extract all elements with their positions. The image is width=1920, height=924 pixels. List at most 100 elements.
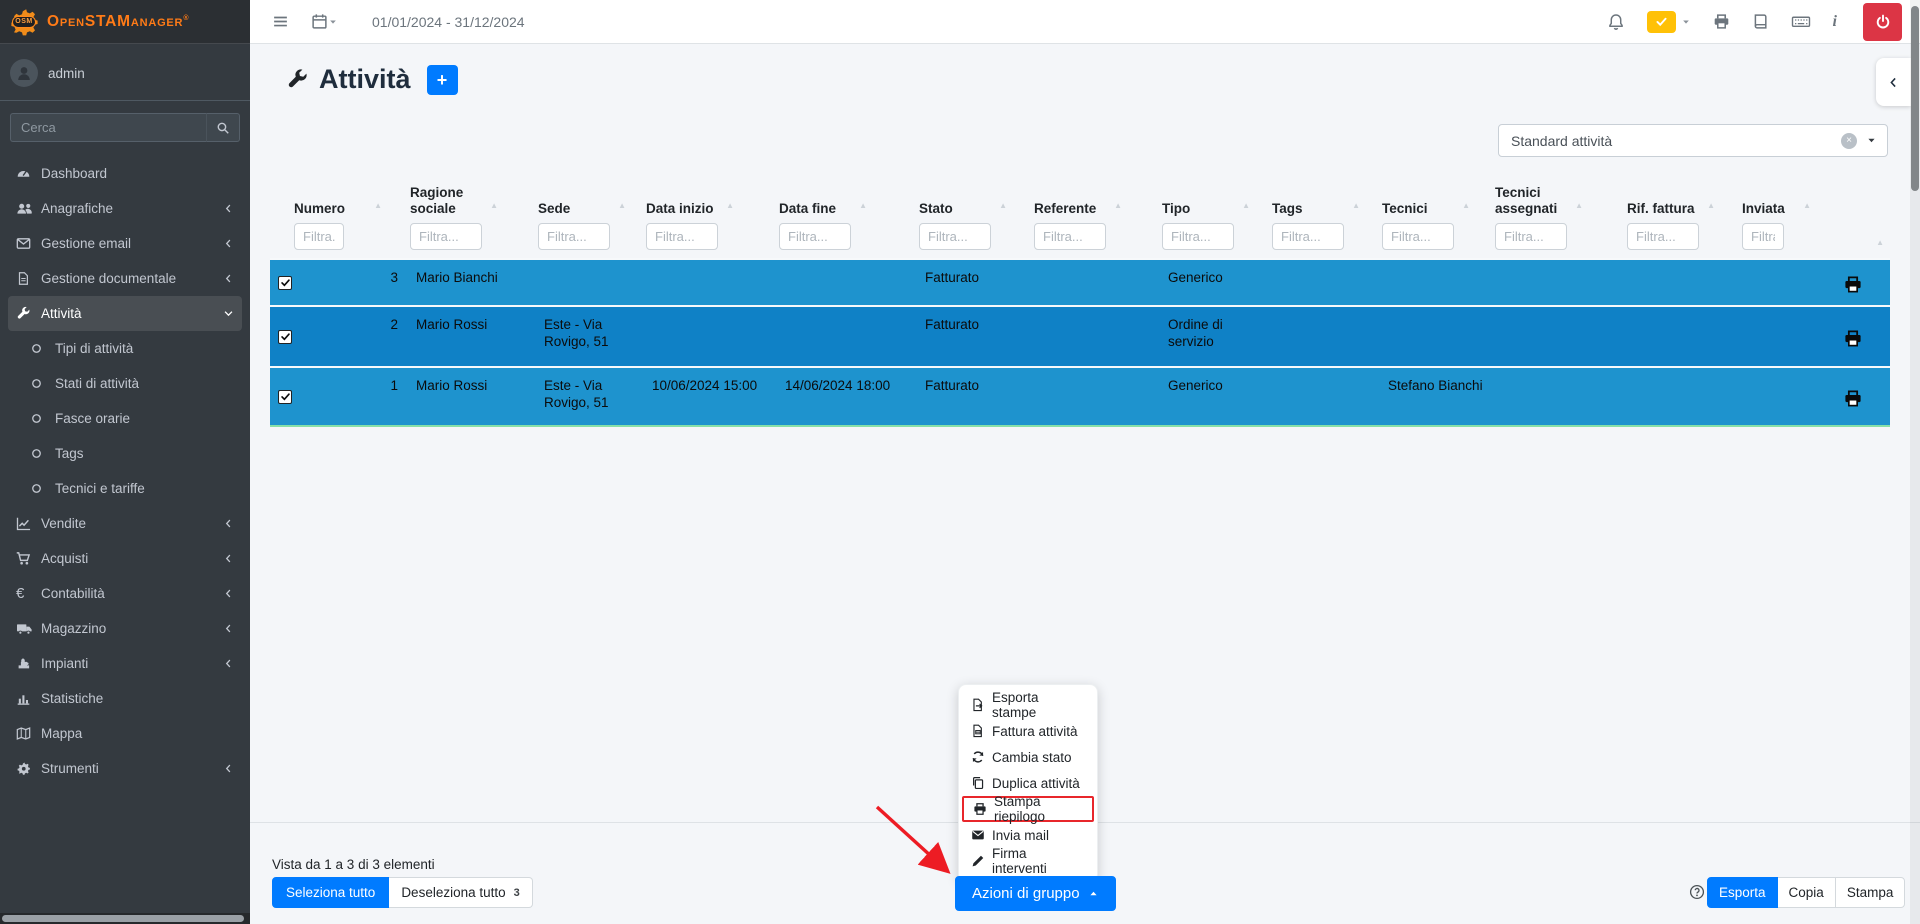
sort-icon[interactable]: ▲ (1242, 198, 1250, 214)
filter-data-fine-input[interactable] (779, 223, 851, 250)
status-check-button[interactable] (1647, 11, 1676, 33)
notifications-button[interactable] (1607, 13, 1625, 31)
sort-icon[interactable]: ▲ (618, 198, 626, 214)
sidebar-item-mappa[interactable]: Mappa (8, 716, 242, 751)
info-button[interactable]: i (1833, 13, 1837, 31)
sort-icon[interactable]: ▲ (374, 198, 382, 214)
menu-item-invia-mail[interactable]: Invia mail (959, 822, 1097, 848)
saved-filter-select[interactable]: Standard attività × (1498, 124, 1888, 157)
help-button[interactable] (1689, 884, 1705, 900)
filter-tecnici-input[interactable] (1382, 223, 1454, 250)
sort-icon[interactable]: ▲ (1707, 198, 1715, 214)
scrollbar-thumb[interactable] (2, 915, 244, 922)
filter-ragione-sociale-input[interactable] (410, 223, 482, 250)
column-header-numero[interactable]: Numero▲ (270, 183, 410, 258)
column-header-tipo[interactable]: Tipo▲ (1162, 183, 1272, 258)
sidebar-item-attivita[interactable]: Attività (8, 296, 242, 331)
filter-tags-input[interactable] (1272, 223, 1344, 250)
sidebar-item-gestione-email[interactable]: Gestione email (8, 226, 242, 261)
row-checkbox[interactable] (278, 330, 292, 344)
column-header-tags[interactable]: Tags▲ (1272, 183, 1382, 258)
sort-icon[interactable]: ▲ (1575, 198, 1583, 214)
filter-rif-fattura-input[interactable] (1627, 223, 1699, 250)
select-all-button[interactable]: Seleziona tutto (272, 877, 389, 908)
menu-item-stampa-riepilogo[interactable]: Stampa riepilogo (962, 796, 1094, 822)
sort-icon[interactable]: ▲ (1462, 198, 1470, 214)
row-checkbox[interactable] (278, 390, 292, 404)
sidebar-item-contabilita[interactable]: € Contabilità (8, 576, 242, 611)
row-checkbox[interactable] (278, 276, 292, 290)
print-button[interactable]: Stampa (1835, 877, 1906, 908)
menu-item-firma-interventi[interactable]: Firma interventi (959, 848, 1097, 874)
table-row[interactable]: 1 Mario Rossi Este - Via Rovigo, 51 10/0… (270, 366, 1890, 427)
group-actions-button[interactable]: Azioni di gruppo (955, 876, 1116, 911)
sidebar-horizontal-scrollbar[interactable] (0, 913, 250, 924)
column-header-ragione-sociale[interactable]: Ragione sociale▲ (410, 183, 538, 258)
sidebar-item-tags[interactable]: Tags (8, 436, 242, 471)
sort-icon[interactable]: ▲ (1352, 198, 1360, 214)
collapse-panel-button[interactable] (1876, 58, 1911, 106)
table-row[interactable]: 3 Mario Bianchi Fatturato Generico (270, 258, 1890, 305)
column-header-tecnici[interactable]: Tecnici▲ (1382, 183, 1495, 258)
search-input[interactable] (10, 113, 206, 142)
filter-sede-input[interactable] (538, 223, 610, 250)
sidebar-item-acquisti[interactable]: Acquisti (8, 541, 242, 576)
search-button[interactable] (206, 113, 240, 142)
sidebar-item-magazzino[interactable]: Magazzino (8, 611, 242, 646)
sort-icon[interactable]: ▲ (1803, 198, 1811, 214)
sort-icon[interactable]: ▲ (859, 198, 867, 214)
sidebar-item-tipi-di-attivita[interactable]: Tipi di attività (8, 331, 242, 366)
sidebar-item-anagrafiche[interactable]: Anagrafiche (8, 191, 242, 226)
filter-inviata-input[interactable] (1742, 223, 1784, 250)
deselect-all-button[interactable]: Deseleziona tutto 3 (389, 877, 532, 908)
logout-button[interactable] (1863, 3, 1902, 41)
shortcuts-button[interactable] (1791, 13, 1811, 30)
sidebar-item-gestione-documentale[interactable]: Gestione documentale (8, 261, 242, 296)
clear-icon[interactable]: × (1841, 133, 1857, 149)
sort-icon[interactable]: ▲ (999, 198, 1007, 214)
export-button[interactable]: Esporta (1707, 877, 1778, 908)
date-picker-button[interactable] (311, 13, 338, 30)
sort-icon[interactable]: ▲ (1114, 198, 1122, 214)
sidebar-item-dashboard[interactable]: Dashboard (8, 156, 242, 191)
column-header-data-inizio[interactable]: Data inizio▲ (646, 183, 779, 258)
copy-button[interactable]: Copia (1778, 877, 1835, 908)
scrollbar-thumb[interactable] (1911, 6, 1919, 191)
page-scrollbar[interactable] (1910, 0, 1920, 924)
print-row-button[interactable] (1843, 389, 1863, 408)
caret-down-icon[interactable] (1681, 17, 1691, 27)
column-header-sede[interactable]: Sede▲ (538, 183, 646, 258)
sidebar-item-impianti[interactable]: Impianti (8, 646, 242, 681)
filter-tecnici-assegnati-input[interactable] (1495, 223, 1567, 250)
column-header-actions[interactable]: ▲ (1817, 183, 1890, 258)
brand[interactable]: OSM OpenSTAManager® (0, 0, 250, 44)
column-header-referente[interactable]: Referente▲ (1034, 183, 1162, 258)
sort-icon[interactable]: ▲ (490, 198, 498, 214)
sidebar-item-fasce-orarie[interactable]: Fasce orarie (8, 401, 242, 436)
menu-item-cambia-stato[interactable]: Cambia stato (959, 744, 1097, 770)
sort-icon[interactable]: ▲ (1876, 238, 1884, 247)
sidebar-item-vendite[interactable]: Vendite (8, 506, 242, 541)
add-activity-button[interactable]: + (427, 65, 458, 95)
filter-data-inizio-input[interactable] (646, 223, 718, 250)
sort-icon[interactable]: ▲ (726, 198, 734, 214)
filter-referente-input[interactable] (1034, 223, 1106, 250)
filter-stato-input[interactable] (919, 223, 991, 250)
print-row-button[interactable] (1843, 275, 1863, 294)
menu-item-esporta-stampe[interactable]: Esporta stampe (959, 692, 1097, 718)
user-panel[interactable]: admin (0, 44, 250, 101)
print-page-button[interactable] (1713, 13, 1730, 30)
table-row[interactable]: 2 Mario Rossi Este - Via Rovigo, 51 Fatt… (270, 305, 1890, 366)
print-row-button[interactable] (1843, 329, 1863, 348)
filter-tipo-input[interactable] (1162, 223, 1234, 250)
sidebar-toggle-button[interactable] (272, 13, 289, 30)
manual-button[interactable] (1752, 13, 1769, 30)
filter-numero-input[interactable] (294, 223, 344, 250)
menu-item-fattura-attivita[interactable]: Fattura attività (959, 718, 1097, 744)
sidebar-item-statistiche[interactable]: Statistiche (8, 681, 242, 716)
column-header-inviata[interactable]: Inviata▲ (1742, 183, 1817, 258)
column-header-stato[interactable]: Stato▲ (919, 183, 1034, 258)
column-header-rif-fattura[interactable]: Rif. fattura▲ (1627, 183, 1742, 258)
sidebar-item-strumenti[interactable]: Strumenti (8, 751, 242, 786)
column-header-data-fine[interactable]: Data fine▲ (779, 183, 919, 258)
